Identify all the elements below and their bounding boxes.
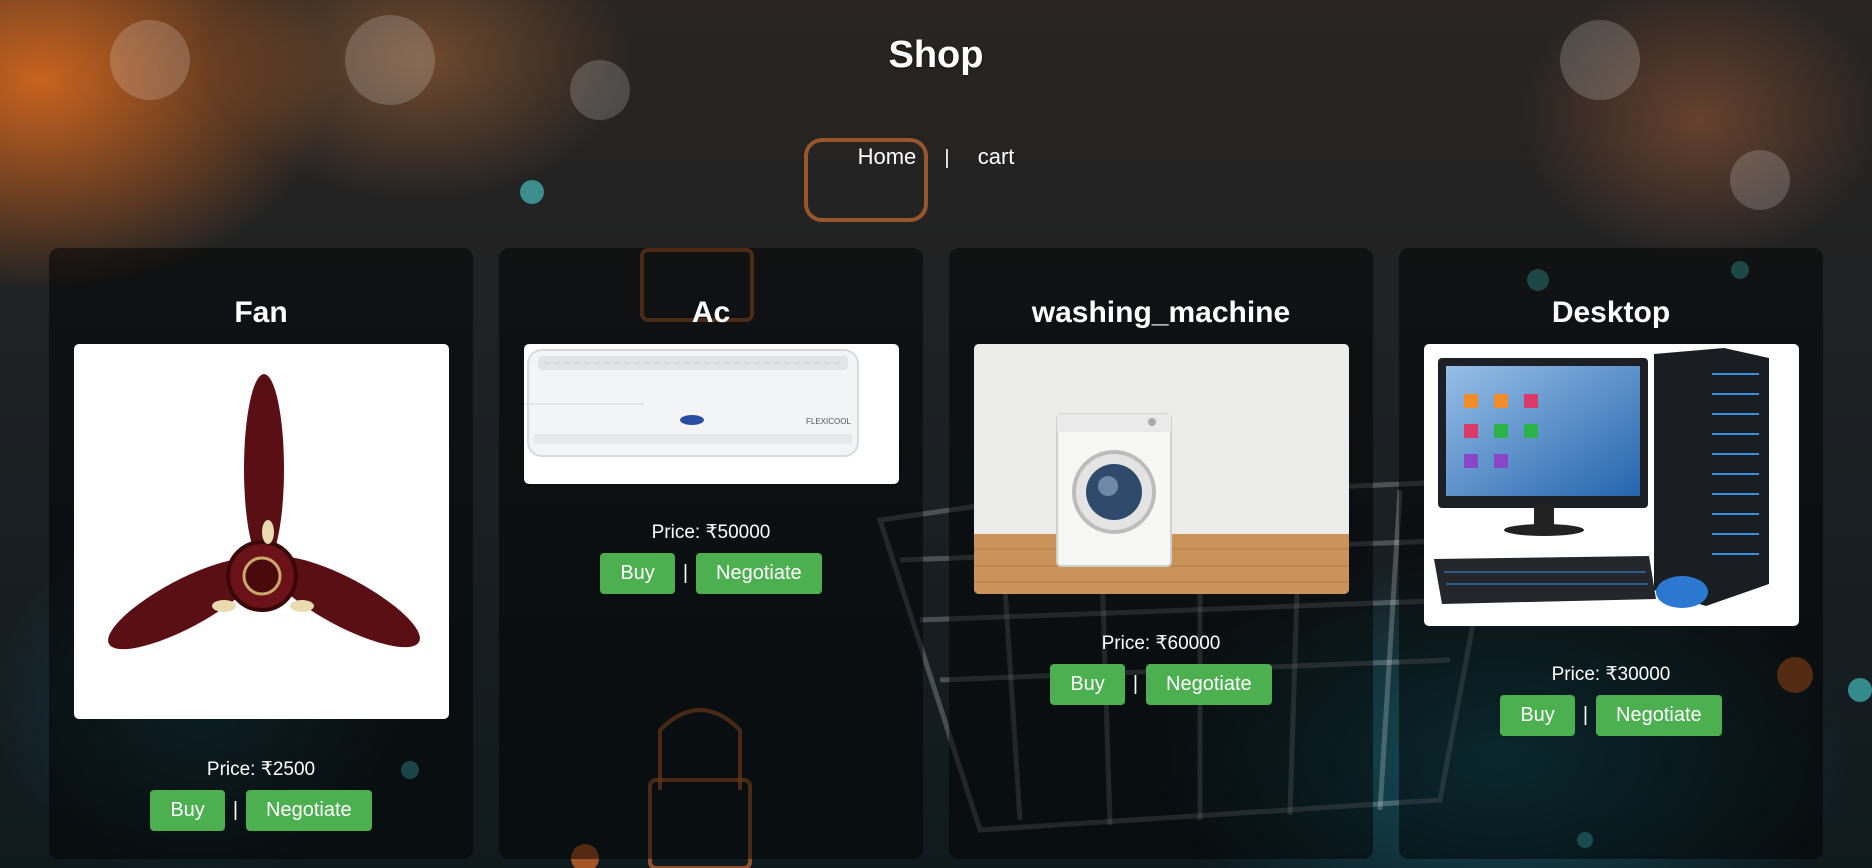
action-separator: | — [1132, 673, 1139, 695]
washing-machine-image — [974, 344, 1349, 594]
action-separator: | — [682, 562, 689, 584]
product-price: Price: ₹60000 — [1101, 633, 1221, 654]
product-card-fan: Fan Price: ₹2500 Buy | Negotiate — [49, 248, 473, 859]
page-title: Shop — [888, 34, 984, 76]
nav-link-home[interactable]: Home — [858, 144, 917, 169]
product-name: Desktop — [1551, 296, 1671, 329]
product-actions: Buy | Negotiate — [499, 553, 923, 594]
top-nav: Home | cart — [0, 144, 1872, 170]
product-actions: Buy | Negotiate — [949, 664, 1373, 705]
negotiate-button[interactable]: Negotiate — [246, 790, 372, 831]
buy-button[interactable]: Buy — [600, 553, 675, 594]
product-name: washing_machine — [1031, 296, 1291, 329]
negotiate-button[interactable]: Negotiate — [1596, 695, 1722, 736]
product-actions: Buy | Negotiate — [1399, 695, 1823, 736]
buy-button[interactable]: Buy — [150, 790, 225, 831]
desktop-image — [1424, 344, 1799, 626]
product-price: Price: ₹30000 — [1551, 664, 1671, 685]
fan-image — [74, 344, 449, 719]
negotiate-button[interactable]: Negotiate — [696, 553, 822, 594]
action-separator: | — [1582, 704, 1589, 726]
product-name: Fan — [234, 296, 288, 329]
nav-link-cart[interactable]: cart — [978, 144, 1015, 169]
svg-text:FLEXICOOL: FLEXICOOL — [806, 417, 851, 426]
action-separator: | — [232, 799, 239, 821]
product-actions: Buy | Negotiate — [49, 790, 473, 831]
buy-button[interactable]: Buy — [1500, 695, 1575, 736]
product-card-washing-machine: washing_machine Price: ₹60000 Buy | Nego… — [949, 248, 1373, 859]
buy-button[interactable]: Buy — [1050, 664, 1125, 705]
product-price: Price: ₹50000 — [651, 522, 771, 543]
ac-image: FLEXICOOL — [524, 344, 899, 484]
product-card-desktop: Desktop Price: ₹30000 Buy | Negotiate — [1399, 248, 1823, 859]
product-card-ac: Ac FLEXICOOL Price: ₹50000 Buy | Negotia… — [499, 248, 923, 859]
product-price: Price: ₹2500 — [206, 759, 316, 780]
nav-separator: | — [944, 147, 950, 169]
negotiate-button[interactable]: Negotiate — [1146, 664, 1272, 705]
product-name: Ac — [691, 296, 731, 329]
